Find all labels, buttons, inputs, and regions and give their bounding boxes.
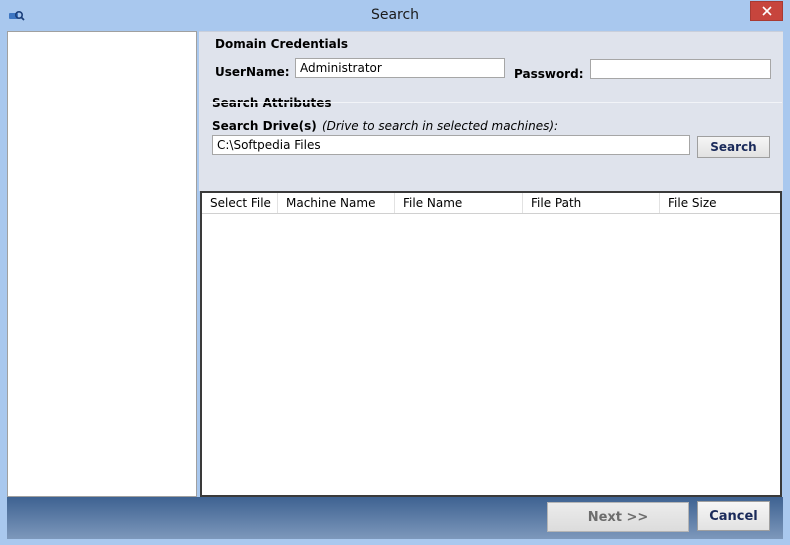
domain-credentials-heading: Domain Credentials [215,37,348,51]
search-attributes-heading: Search Attributes [212,96,332,110]
column-header-file-size[interactable]: File Size [660,193,780,213]
title-bar[interactable]: Search [0,0,790,30]
window-title: Search [370,7,420,23]
column-header-file-name[interactable]: File Name [395,193,523,213]
results-grid[interactable]: Select File Machine Name File Name File … [200,191,782,497]
search-drive-input[interactable]: C:\Softpedia Files [212,135,690,155]
next-button[interactable]: Next >> [547,502,689,532]
search-button[interactable]: Search [697,136,770,158]
results-grid-header: Select File Machine Name File Name File … [202,193,780,214]
column-header-select-file[interactable]: Select File [202,193,278,213]
close-button[interactable] [750,1,783,21]
search-settings-panel [199,31,783,191]
search-drive-hint: (Drive to search in selected machines): [322,119,559,133]
username-input[interactable]: Administrator [295,58,505,78]
close-icon [761,6,772,16]
password-input[interactable] [590,59,771,79]
search-window: Search Domain Credentials UserName: Admi… [0,0,790,545]
search-drive-label: Search Drive(s) [212,119,317,133]
machine-tree-panel[interactable] [7,31,197,497]
cancel-button[interactable]: Cancel [697,501,770,531]
column-header-file-path[interactable]: File Path [523,193,660,213]
password-label: Password: [514,67,584,81]
section-divider [210,102,782,103]
username-label: UserName: [215,65,290,79]
column-header-machine-name[interactable]: Machine Name [278,193,395,213]
